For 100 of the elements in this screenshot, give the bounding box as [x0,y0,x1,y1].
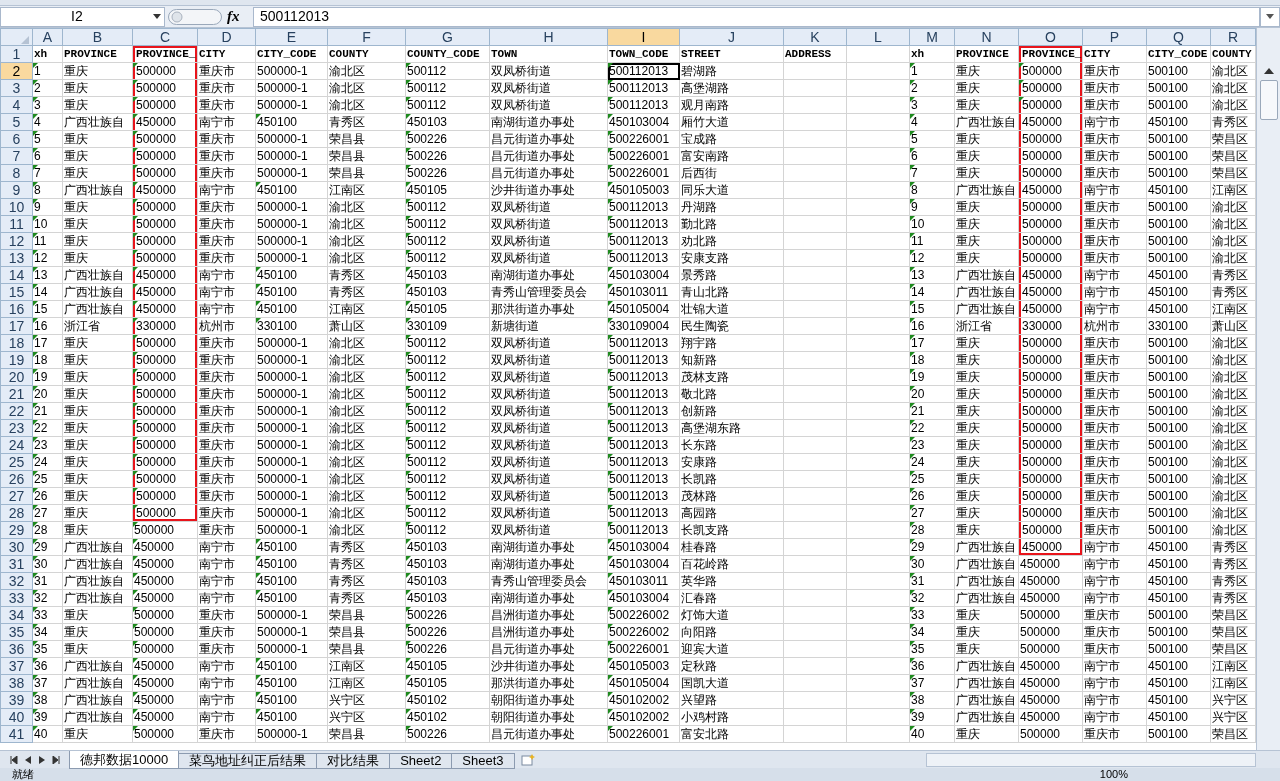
error-flag-icon[interactable] [608,607,613,612]
error-flag-icon[interactable] [910,641,915,646]
error-flag-icon[interactable] [406,641,411,646]
error-flag-icon[interactable] [608,522,613,527]
error-flag-icon[interactable] [406,182,411,187]
error-flag-icon[interactable] [608,335,613,340]
error-flag-icon[interactable] [33,114,38,119]
error-flag-icon[interactable] [133,403,138,408]
error-flag-icon[interactable] [133,658,138,663]
error-flag-icon[interactable] [133,131,138,136]
error-flag-icon[interactable] [133,641,138,646]
error-flag-icon[interactable] [256,182,261,187]
error-flag-icon[interactable] [406,352,411,357]
error-flag-icon[interactable] [608,216,613,221]
error-flag-icon[interactable] [910,352,915,357]
error-flag-icon[interactable] [33,250,38,255]
error-flag-icon[interactable] [608,641,613,646]
error-flag-icon[interactable] [608,352,613,357]
error-flag-icon[interactable] [133,624,138,629]
error-flag-icon[interactable] [133,97,138,102]
error-flag-icon[interactable] [133,114,138,119]
error-flag-icon[interactable] [133,726,138,731]
error-flag-icon[interactable] [910,607,915,612]
error-flag-icon[interactable] [133,352,138,357]
error-flag-icon[interactable] [608,556,613,561]
error-flag-icon[interactable] [1019,97,1024,102]
error-flag-icon[interactable] [133,301,138,306]
error-flag-icon[interactable] [608,369,613,374]
error-flag-icon[interactable] [133,573,138,578]
error-flag-icon[interactable] [406,250,411,255]
error-flag-icon[interactable] [133,182,138,187]
error-flag-icon[interactable] [406,403,411,408]
error-flag-icon[interactable] [910,318,915,323]
error-flag-icon[interactable] [33,369,38,374]
error-flag-icon[interactable] [406,114,411,119]
error-flag-icon[interactable] [406,471,411,476]
error-flag-icon[interactable] [133,80,138,85]
error-flag-icon[interactable] [256,692,261,697]
scroll-thumb[interactable] [1259,80,1278,120]
error-flag-icon[interactable] [406,454,411,459]
error-flag-icon[interactable] [406,437,411,442]
formula-field[interactable]: 500112013 [253,6,1260,27]
error-flag-icon[interactable] [608,658,613,663]
column-header[interactable]: E [255,28,328,46]
error-flag-icon[interactable] [33,386,38,391]
error-flag-icon[interactable] [33,658,38,663]
horizontal-scrollbar[interactable] [926,752,1256,767]
error-flag-icon[interactable] [256,658,261,663]
error-flag-icon[interactable] [33,454,38,459]
error-flag-icon[interactable] [406,267,411,272]
error-flag-icon[interactable] [608,165,613,170]
error-flag-icon[interactable] [608,182,613,187]
error-flag-icon[interactable] [608,63,613,68]
error-flag-icon[interactable] [133,471,138,476]
error-flag-icon[interactable] [910,454,915,459]
error-flag-icon[interactable] [910,301,915,306]
error-flag-icon[interactable] [33,624,38,629]
error-flag-icon[interactable] [406,573,411,578]
error-flag-icon[interactable] [608,624,613,629]
column-header[interactable]: G [405,28,490,46]
error-flag-icon[interactable] [133,369,138,374]
previous-sheet-icon[interactable] [25,755,32,764]
error-flag-icon[interactable] [256,675,261,680]
error-flag-icon[interactable] [33,318,38,323]
error-flag-icon[interactable] [133,199,138,204]
error-flag-icon[interactable] [406,216,411,221]
error-flag-icon[interactable] [910,114,915,119]
error-flag-icon[interactable] [608,233,613,238]
error-flag-icon[interactable] [608,301,613,306]
error-flag-icon[interactable] [33,420,38,425]
error-flag-icon[interactable] [256,590,261,595]
error-flag-icon[interactable] [256,573,261,578]
error-flag-icon[interactable] [910,624,915,629]
error-flag-icon[interactable] [33,284,38,289]
error-flag-icon[interactable] [608,488,613,493]
error-flag-icon[interactable] [133,607,138,612]
error-flag-icon[interactable] [608,386,613,391]
error-flag-icon[interactable] [256,114,261,119]
error-flag-icon[interactable] [608,420,613,425]
error-flag-icon[interactable] [608,403,613,408]
error-flag-icon[interactable] [910,80,915,85]
error-flag-icon[interactable] [133,505,138,510]
error-flag-icon[interactable] [910,199,915,204]
error-flag-icon[interactable] [910,505,915,510]
error-flag-icon[interactable] [256,318,261,323]
error-flag-icon[interactable] [406,726,411,731]
sheet-tab[interactable]: Sheet3 [451,752,515,769]
error-flag-icon[interactable] [406,97,411,102]
error-flag-icon[interactable] [608,454,613,459]
error-flag-icon[interactable] [910,539,915,544]
error-flag-icon[interactable] [910,369,915,374]
error-flag-icon[interactable] [608,675,613,680]
error-flag-icon[interactable] [33,352,38,357]
error-flag-icon[interactable] [33,505,38,510]
error-flag-icon[interactable] [133,675,138,680]
error-flag-icon[interactable] [910,250,915,255]
error-flag-icon[interactable] [910,335,915,340]
error-flag-icon[interactable] [406,420,411,425]
error-flag-icon[interactable] [33,216,38,221]
error-flag-icon[interactable] [608,590,613,595]
